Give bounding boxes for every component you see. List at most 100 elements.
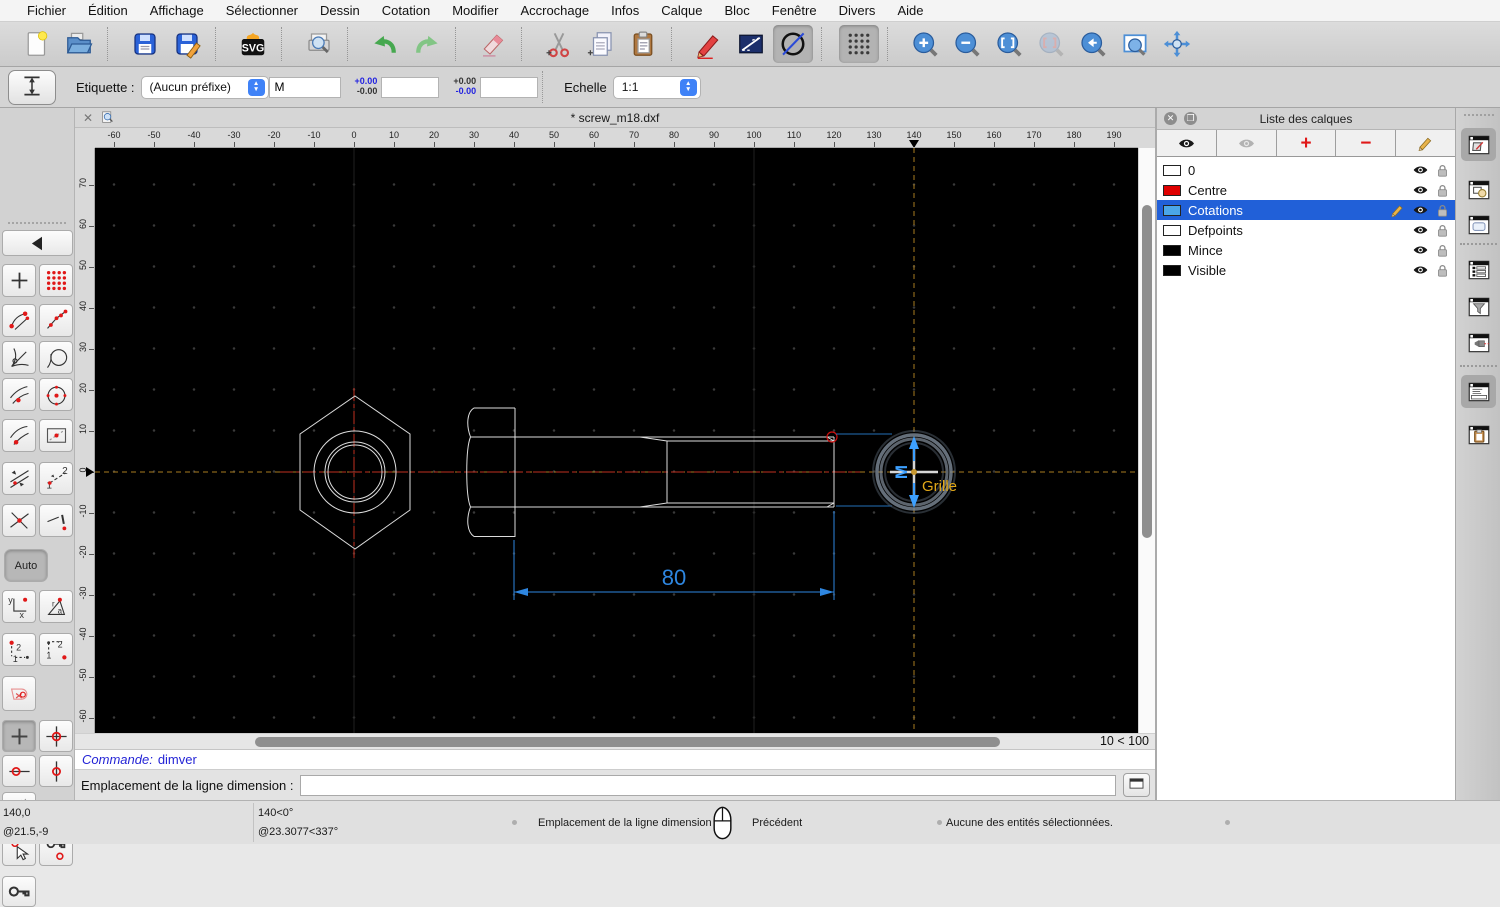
layer-visibility-icon[interactable] <box>1412 243 1429 257</box>
layer-row-visible[interactable]: Visible <box>1157 260 1455 280</box>
corner-order-21-button[interactable]: 21 <box>39 633 73 666</box>
dock-command-line[interactable] <box>1461 375 1496 408</box>
dimension-80[interactable]: 80 <box>513 511 835 600</box>
snap-distance-button[interactable] <box>2 419 36 452</box>
menu-item-aide[interactable]: Aide <box>886 3 934 18</box>
snap-restrict-button[interactable] <box>39 504 73 537</box>
snap-auto-button[interactable]: Auto <box>4 549 48 582</box>
dock-library-browser[interactable] <box>1461 208 1496 241</box>
layer-lock-icon[interactable] <box>1436 244 1449 257</box>
horizontal-scrollbar-thumb[interactable] <box>255 737 1000 747</box>
echelle-select[interactable]: 1:1 ▲ ▼ <box>612 75 701 99</box>
show-all-layers-button[interactable] <box>1157 130 1217 156</box>
restrict-nothing-button[interactable] <box>2 720 36 752</box>
snap-center-button[interactable] <box>39 378 73 411</box>
layer-lock-icon[interactable] <box>1436 264 1449 277</box>
menu-item-bloc[interactable]: Bloc <box>713 3 760 18</box>
prefix-select[interactable]: (Aucun préfixe) ▲ ▼ <box>140 75 269 99</box>
layer-lock-icon[interactable] <box>1436 204 1449 217</box>
delete-button[interactable] <box>473 25 513 63</box>
vertical-scrollbar[interactable] <box>1138 148 1155 733</box>
layer-lock-icon[interactable] <box>1436 164 1449 177</box>
undo-button[interactable] <box>365 25 405 63</box>
hide-all-layers-button[interactable] <box>1217 130 1277 156</box>
menu-item-calque[interactable]: Calque <box>650 3 713 18</box>
edit-layer-button[interactable] <box>1396 130 1455 156</box>
layer-lock-icon[interactable] <box>1436 224 1449 237</box>
relative-zero-key-button[interactable] <box>2 876 36 907</box>
menu-item-cotation[interactable]: Cotation <box>371 3 441 18</box>
layer-visibility-icon[interactable] <box>1412 263 1429 277</box>
copy-button[interactable] <box>581 25 621 63</box>
restrict-vertical-button[interactable] <box>39 755 73 787</box>
menu-item-fenetre[interactable]: Fenêtre <box>761 3 828 18</box>
zoom-out-button[interactable] <box>947 25 987 63</box>
undock-panel-icon[interactable]: ❐ <box>1184 112 1197 125</box>
polyline-mode-button[interactable] <box>731 25 771 63</box>
snap-intersection-manual-button[interactable] <box>2 341 36 374</box>
layer-visibility-icon[interactable] <box>1412 223 1429 237</box>
drawing-canvas[interactable]: 80 M Grille <box>95 148 1138 733</box>
zoom-previous-button[interactable] <box>1073 25 1113 63</box>
snap-on-entity-button[interactable] <box>39 304 73 337</box>
dock-filter[interactable] <box>1461 290 1496 323</box>
menu-item-divers[interactable]: Divers <box>828 3 887 18</box>
redo-button[interactable] <box>407 25 447 63</box>
edit-entity-button[interactable] <box>689 25 729 63</box>
snap-endpoint-button[interactable] <box>2 304 36 337</box>
snap-on-circle-button[interactable] <box>39 341 73 374</box>
command-input[interactable] <box>300 774 1116 796</box>
close-panel-icon[interactable]: ✕ <box>1164 112 1177 125</box>
layer-visibility-icon[interactable] <box>1412 183 1429 197</box>
edit-layer-icon[interactable] <box>1390 203 1405 218</box>
add-layer-button[interactable]: + <box>1277 130 1337 156</box>
layer-row-0[interactable]: 0 <box>1157 160 1455 180</box>
tolerance-lower-input[interactable] <box>480 76 539 98</box>
export-svg-button[interactable]: SVG <box>233 25 273 63</box>
menu-item-edition[interactable]: Édition <box>77 3 139 18</box>
layer-visibility-icon[interactable] <box>1412 163 1429 177</box>
layer-row-cotations[interactable]: Cotations <box>1157 200 1455 220</box>
snap-free-button[interactable] <box>2 264 36 297</box>
close-tab-icon[interactable]: ✕ <box>83 111 93 125</box>
corner-order-12-button[interactable]: 21 <box>2 633 36 666</box>
label-input[interactable] <box>268 76 341 98</box>
snap-intersection-button[interactable] <box>2 504 36 537</box>
layer-lock-icon[interactable] <box>1436 184 1449 197</box>
save-as-button[interactable] <box>167 25 207 63</box>
restrict-all-button[interactable] <box>39 720 73 752</box>
print-preview-button[interactable] <box>299 25 339 63</box>
active-tool-button[interactable] <box>8 69 56 105</box>
dock-block-list[interactable] <box>1461 173 1496 206</box>
construction-mode-button[interactable] <box>773 25 813 63</box>
zoom-selection-button[interactable] <box>1031 25 1071 63</box>
restrict-horizontal-button[interactable] <box>2 755 36 787</box>
command-options-button[interactable] <box>1123 773 1150 797</box>
menu-item-infos[interactable]: Infos <box>600 3 650 18</box>
horizontal-scrollbar[interactable]: 10 < 100 <box>75 733 1155 749</box>
menu-item-affichage[interactable]: Affichage <box>139 3 215 18</box>
menu-item-accrochage[interactable]: Accrochage <box>509 3 600 18</box>
layer-row-mince[interactable]: Mince <box>1157 240 1455 260</box>
dock-projection[interactable] <box>1461 326 1496 359</box>
coord-polar-button[interactable]: ra <box>39 590 73 623</box>
coord-cartesian-button[interactable]: yx <box>2 590 36 623</box>
menu-item-modifier[interactable]: Modifier <box>441 3 509 18</box>
menu-item-fichier[interactable]: Fichier <box>16 3 77 18</box>
zoom-in-button[interactable] <box>905 25 945 63</box>
save-button[interactable] <box>125 25 165 63</box>
layer-row-defpoints[interactable]: Defpoints <box>1157 220 1455 240</box>
remove-layer-button[interactable]: − <box>1336 130 1397 156</box>
snap-middle-button[interactable] <box>2 378 36 411</box>
grid-toggle-button[interactable] <box>839 25 879 63</box>
menu-item-selectionner[interactable]: Sélectionner <box>215 3 309 18</box>
snap-reference-button[interactable] <box>39 419 73 452</box>
tolerance-upper-input[interactable] <box>381 76 440 98</box>
zoom-window-button[interactable] <box>1115 25 1155 63</box>
dock-entity-list[interactable] <box>1461 253 1496 286</box>
snap-grid-button[interactable] <box>39 264 73 297</box>
new-file-button[interactable] <box>17 25 57 63</box>
snap-sequence-button[interactable]: 12 <box>39 462 73 495</box>
paste-button[interactable] <box>623 25 663 63</box>
zoom-auto-button[interactable] <box>989 25 1029 63</box>
